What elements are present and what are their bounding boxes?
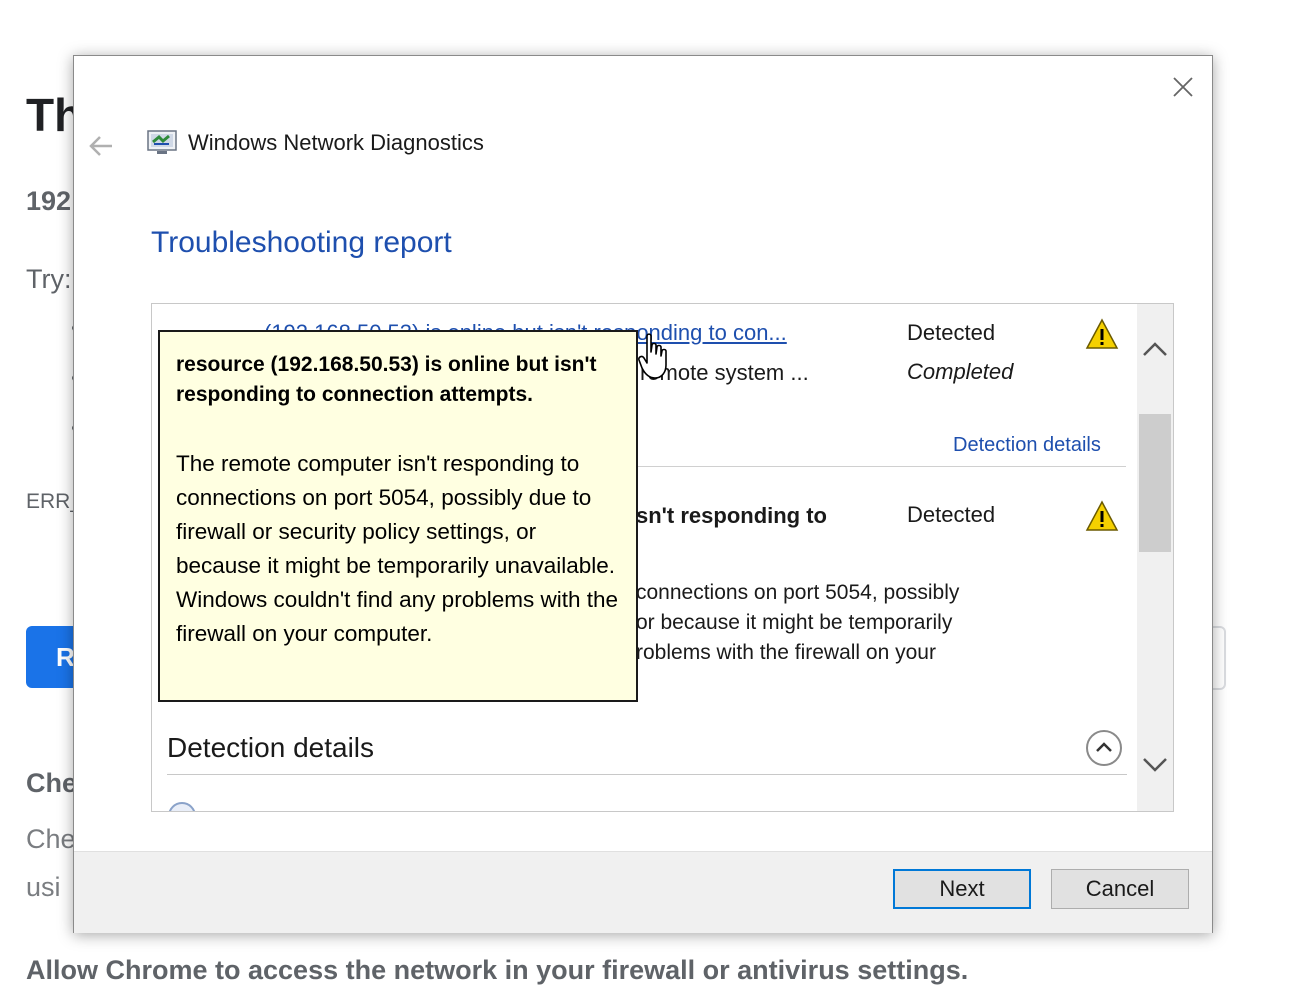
chevron-down-icon: [1143, 758, 1167, 772]
chevron-up-icon: [1096, 742, 1112, 752]
status-completed: Completed: [907, 359, 1014, 384]
scrollbar-thumb[interactable]: [1139, 414, 1171, 552]
divider: [636, 466, 1126, 467]
back-button[interactable]: [84, 128, 124, 164]
collapse-button[interactable]: [1086, 730, 1122, 766]
status-detected: Detected: [907, 320, 996, 345]
scroll-down-button[interactable]: [1137, 744, 1173, 784]
warning-icon: [1085, 318, 1119, 350]
cancel-button[interactable]: Cancel: [1051, 869, 1189, 909]
warning-icon: [1085, 500, 1119, 532]
issue-title: sn't responding to: [636, 503, 827, 528]
tooltip-title: resource (192.168.50.53) is online but i…: [176, 353, 597, 406]
scroll-up-button[interactable]: [1137, 304, 1173, 414]
host-text: 192: [26, 186, 72, 216]
check-heading: Che: [26, 768, 78, 798]
next-button[interactable]: Next: [893, 869, 1031, 909]
status-detected: Detected: [907, 502, 996, 527]
check-text-line: Che: [26, 824, 76, 854]
check-text-line: usi: [26, 872, 61, 902]
allow-chrome-heading: Allow Chrome to access the network in yo…: [26, 955, 969, 985]
network-diagnostics-icon: [147, 130, 177, 156]
tooltip-body: The remote computer isn't responding to …: [176, 451, 619, 646]
back-arrow-icon: [89, 136, 112, 156]
description-line: roblems with the firewall on your: [636, 641, 936, 664]
report-heading: Troubleshooting report: [151, 226, 452, 259]
issue-tooltip: resource (192.168.50.53) is online but i…: [158, 330, 638, 702]
divider: [167, 774, 1127, 775]
issue-description: connections on port 5054, possibly or be…: [636, 578, 959, 668]
dialog-footer: Next Cancel: [74, 851, 1212, 933]
detection-details-heading: Detection details: [167, 732, 375, 763]
description-line: connections on port 5054, possibly: [636, 581, 960, 604]
vertical-scrollbar[interactable]: [1137, 304, 1173, 811]
hand-cursor-icon: [638, 332, 674, 384]
try-label: Try:: [26, 264, 72, 294]
detection-details-link[interactable]: Detection details: [953, 434, 1101, 457]
dialog-title: Windows Network Diagnostics: [188, 130, 484, 155]
chevron-up-icon: [1143, 342, 1167, 356]
info-icon: [168, 802, 196, 811]
close-icon: [1173, 77, 1193, 97]
close-button[interactable]: [1166, 68, 1216, 108]
description-line: or because it might be temporarily: [636, 611, 953, 634]
